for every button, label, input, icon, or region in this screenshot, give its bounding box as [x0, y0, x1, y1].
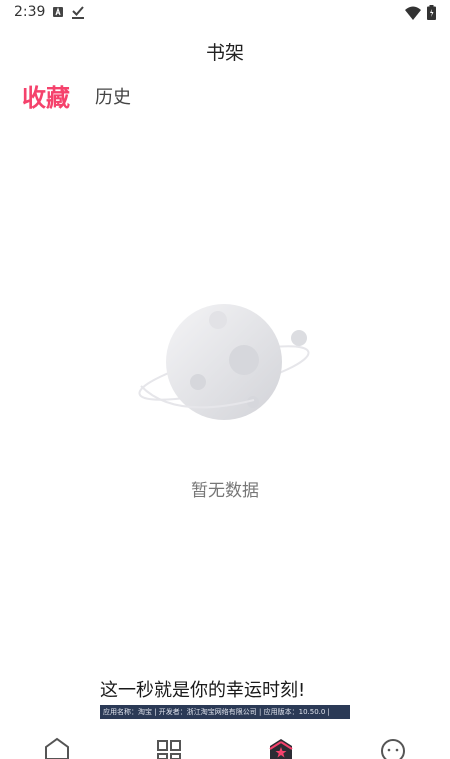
- tab-favorites[interactable]: 收藏: [22, 78, 70, 113]
- bookshelf-icon[interactable]: [266, 735, 296, 759]
- ad-headline[interactable]: 这一秒就是你的幸运时刻!: [100, 676, 305, 702]
- battery-icon: [427, 5, 436, 20]
- check-download-icon: [72, 6, 84, 19]
- status-bar: 2:39: [0, 0, 450, 26]
- category-icon[interactable]: [154, 735, 184, 759]
- empty-state-message: 暂无数据: [191, 481, 259, 501]
- status-time: 2:39: [14, 4, 46, 20]
- tab-history[interactable]: 历史: [95, 83, 131, 109]
- profile-icon[interactable]: [378, 735, 408, 759]
- ad-app-info-strip[interactable]: 应用名称：淘宝 | 开发者：浙江淘宝网络有限公司 | 应用版本：10.50.0 …: [100, 705, 350, 719]
- ad-app-info: 应用名称：淘宝 | 开发者：浙江淘宝网络有限公司 | 应用版本：10.50.0 …: [103, 708, 330, 716]
- home-icon[interactable]: [42, 735, 72, 759]
- planet-illustration: [138, 304, 310, 420]
- wifi-icon: [405, 6, 421, 20]
- bottom-nav: [0, 735, 450, 759]
- page-title: 书架: [205, 42, 244, 64]
- a-icon: [53, 7, 63, 17]
